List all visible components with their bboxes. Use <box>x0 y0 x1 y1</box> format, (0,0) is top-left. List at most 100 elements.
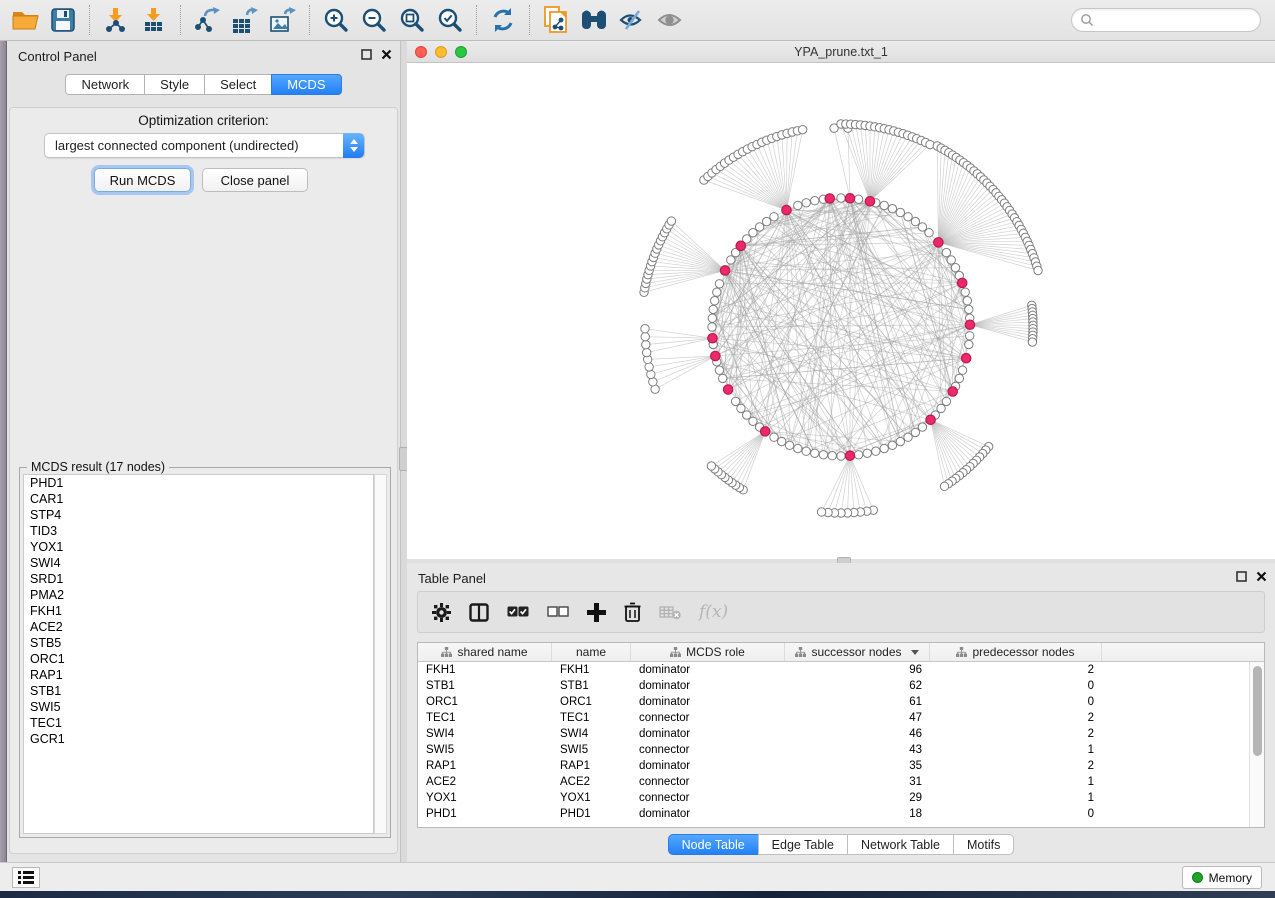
network-node[interactable] <box>963 297 971 305</box>
network-node[interactable] <box>708 314 716 322</box>
network-node[interactable] <box>794 201 802 209</box>
cell-successor-nodes[interactable]: 47 <box>785 712 930 724</box>
table-row[interactable]: STB1STB1dominator620 <box>418 678 1249 694</box>
network-node[interactable] <box>819 451 827 459</box>
network-node[interactable] <box>854 195 862 203</box>
mcds-list-scrollbar[interactable] <box>374 474 387 834</box>
network-node[interactable] <box>762 217 770 225</box>
show-task-history-button[interactable] <box>12 867 40 888</box>
table-row[interactable]: FKH1FKH1dominator962 <box>418 662 1249 678</box>
show-columns-icon[interactable] <box>469 603 489 622</box>
network-node[interactable] <box>802 447 810 455</box>
network-node[interactable] <box>888 441 896 449</box>
cell-mcds-role[interactable]: dominator <box>631 808 785 820</box>
cell-shared-name[interactable]: TEC1 <box>418 712 552 724</box>
network-node[interactable] <box>811 196 819 204</box>
cell-mcds-role[interactable]: dominator <box>631 728 785 740</box>
cell-mcds-role[interactable]: connector <box>631 776 785 788</box>
cell-successor-nodes[interactable]: 18 <box>785 808 930 820</box>
mcds-hub-node[interactable] <box>958 278 967 287</box>
mcds-result-item[interactable]: YOX1 <box>24 539 373 555</box>
mcds-hub-node[interactable] <box>948 387 957 396</box>
mcds-hub-node[interactable] <box>723 385 732 394</box>
network-node[interactable] <box>837 452 845 460</box>
table-row[interactable]: PHD1PHD1dominator180 <box>418 806 1249 822</box>
cell-shared-name[interactable]: ACE2 <box>418 776 552 788</box>
mcds-hub-node[interactable] <box>708 334 717 343</box>
mcds-hub-node[interactable] <box>711 351 720 360</box>
import-network-button[interactable] <box>97 3 135 37</box>
leaf-node[interactable] <box>817 508 825 516</box>
leaf-node[interactable] <box>647 370 655 378</box>
network-node[interactable] <box>896 437 904 445</box>
cell-predecessor-nodes[interactable]: 0 <box>930 808 1102 820</box>
network-node[interactable] <box>958 366 966 374</box>
mcds-hub-node[interactable] <box>845 194 854 203</box>
zoom-in-button[interactable] <box>317 3 355 37</box>
leaf-node[interactable] <box>641 325 649 333</box>
table-row[interactable]: YOX1YOX1connector291 <box>418 790 1249 806</box>
cell-predecessor-nodes[interactable]: 2 <box>930 760 1102 772</box>
mcds-result-item[interactable]: RAP1 <box>24 667 373 683</box>
mcds-hub-node[interactable] <box>926 415 935 424</box>
tab-network-table[interactable]: Network Table <box>847 834 954 855</box>
save-session-button[interactable] <box>44 3 82 37</box>
table-settings-gear-icon[interactable] <box>432 603 451 622</box>
cell-shared-name[interactable]: STB1 <box>418 680 552 692</box>
network-node[interactable] <box>802 199 810 207</box>
zoom-out-button[interactable] <box>355 3 393 37</box>
cell-predecessor-nodes[interactable]: 1 <box>930 792 1102 804</box>
tab-node-table[interactable]: Node Table <box>668 834 759 855</box>
network-node[interactable] <box>727 256 735 264</box>
mcds-result-item[interactable]: FKH1 <box>24 603 373 619</box>
table-scrollbar[interactable] <box>1249 662 1264 827</box>
leaf-node[interactable] <box>667 217 675 225</box>
leaf-node[interactable] <box>798 125 806 133</box>
tab-style[interactable]: Style <box>144 74 205 95</box>
network-node[interactable] <box>785 441 793 449</box>
cell-name[interactable]: ACE2 <box>552 776 631 788</box>
tab-network[interactable]: Network <box>65 74 145 95</box>
cell-mcds-role[interactable]: dominator <box>631 664 785 676</box>
cell-predecessor-nodes[interactable]: 2 <box>930 712 1102 724</box>
select-all-icon[interactable] <box>507 605 529 619</box>
cell-name[interactable]: RAP1 <box>552 760 631 772</box>
leaf-node[interactable] <box>645 363 653 371</box>
cell-name[interactable]: SWI4 <box>552 728 631 740</box>
create-column-plus-icon[interactable] <box>587 603 606 622</box>
network-canvas[interactable] <box>407 63 1275 559</box>
optimization-criterion-select[interactable]: largest connected component (undirected) <box>44 133 365 158</box>
mcds-result-item[interactable]: CAR1 <box>24 491 373 507</box>
mcds-result-item[interactable]: GCR1 <box>24 731 373 747</box>
leaf-node[interactable] <box>940 482 948 490</box>
cell-successor-nodes[interactable]: 61 <box>785 696 930 708</box>
table-row[interactable]: TEC1TEC1connector472 <box>418 710 1249 726</box>
hide-selected-button[interactable] <box>613 3 651 37</box>
tab-select[interactable]: Select <box>204 74 272 95</box>
network-node[interactable] <box>911 428 919 436</box>
network-node[interactable] <box>710 297 718 305</box>
network-node[interactable] <box>925 229 933 237</box>
network-node[interactable] <box>965 305 973 313</box>
mcds-result-item[interactable]: PMA2 <box>24 587 373 603</box>
cell-name[interactable]: PHD1 <box>552 808 631 820</box>
leaf-node[interactable] <box>1028 338 1036 346</box>
cell-predecessor-nodes[interactable]: 0 <box>930 696 1102 708</box>
cell-name[interactable]: SWI5 <box>552 744 631 756</box>
network-node[interactable] <box>918 423 926 431</box>
column-header-predecessor-nodes[interactable]: predecessor nodes <box>930 643 1102 661</box>
mcds-result-item[interactable]: TEC1 <box>24 715 373 731</box>
mcds-result-item[interactable]: ACE2 <box>24 619 373 635</box>
cell-predecessor-nodes[interactable]: 1 <box>930 744 1102 756</box>
cell-shared-name[interactable]: YOX1 <box>418 792 552 804</box>
network-node[interactable] <box>715 280 723 288</box>
network-node[interactable] <box>961 288 969 296</box>
tab-mcds[interactable]: MCDS <box>271 74 341 95</box>
network-node[interactable] <box>837 194 845 202</box>
cell-successor-nodes[interactable]: 35 <box>785 760 930 772</box>
table-row[interactable]: RAP1RAP1dominator352 <box>418 758 1249 774</box>
network-node[interactable] <box>863 449 871 457</box>
cell-mcds-role[interactable]: connector <box>631 792 785 804</box>
cell-name[interactable]: TEC1 <box>552 712 631 724</box>
cell-mcds-role[interactable]: dominator <box>631 680 785 692</box>
